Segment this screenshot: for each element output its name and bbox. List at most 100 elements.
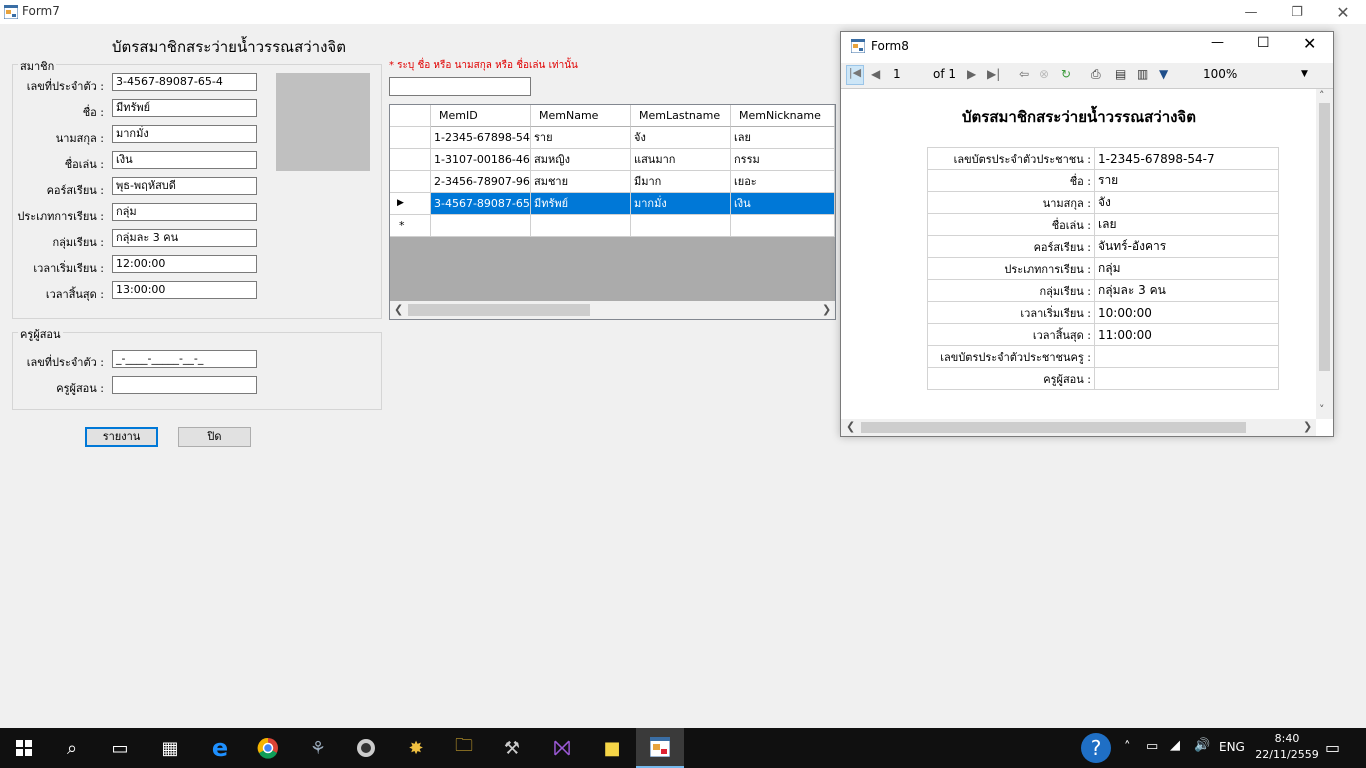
scroll-right-icon[interactable]: ❯ bbox=[1303, 420, 1312, 433]
table-cell[interactable]: จัง bbox=[631, 127, 731, 149]
study-group-input[interactable]: กลุ่มละ 3 คน bbox=[112, 229, 257, 247]
table-cell[interactable]: 2-3456-78907-96-8 bbox=[431, 171, 531, 193]
export-icon[interactable]: ▼ bbox=[1159, 67, 1168, 81]
current-row-indicator[interactable]: ▶ bbox=[390, 193, 431, 215]
grid-header-memnickname[interactable]: MemNickname bbox=[731, 105, 835, 127]
report-button[interactable]: รายงาน bbox=[85, 427, 158, 447]
table-cell[interactable]: ราย bbox=[531, 127, 631, 149]
new-row-indicator[interactable]: * bbox=[390, 215, 431, 237]
close-button[interactable]: ปิด bbox=[178, 427, 251, 447]
start-icon[interactable] bbox=[0, 728, 48, 768]
grid-row-header[interactable] bbox=[390, 171, 431, 193]
first-name-input[interactable]: มีทรัพย์ bbox=[112, 99, 257, 117]
table-cell[interactable]: สมชาย bbox=[531, 171, 631, 193]
scroll-left-icon[interactable]: ❮ bbox=[394, 303, 403, 316]
visual-studio-icon[interactable]: ⨝ bbox=[538, 728, 586, 768]
member-datagrid[interactable]: MemID MemName MemLastname MemNickname 1-… bbox=[389, 104, 836, 320]
member-id-input[interactable]: 3-4567-89087-65-4 bbox=[112, 73, 257, 91]
teacher-name-input[interactable] bbox=[112, 376, 257, 394]
previous-page-icon[interactable]: ◀ bbox=[871, 67, 880, 81]
grid-scroll-thumb[interactable] bbox=[408, 304, 590, 316]
table-row: คอร์สเรียน : จันทร์-อังคาร bbox=[927, 235, 1279, 258]
paint-icon[interactable]: ⚘ bbox=[294, 728, 342, 768]
zoom-select[interactable]: 100% bbox=[1203, 67, 1237, 81]
grid-header-memid[interactable]: MemID bbox=[431, 105, 531, 127]
scroll-up-icon[interactable]: ˄ bbox=[1319, 89, 1325, 102]
close-window-button[interactable]: ✕ bbox=[1320, 0, 1366, 24]
table-cell[interactable] bbox=[631, 215, 731, 237]
search-input[interactable] bbox=[389, 77, 531, 96]
chrome-icon[interactable] bbox=[244, 728, 292, 768]
file-explorer-icon[interactable]: 🗀 bbox=[440, 728, 488, 768]
scroll-down-icon[interactable]: ˅ bbox=[1319, 403, 1325, 416]
table-cell-selected[interactable]: มากมั่ง bbox=[631, 193, 731, 215]
report-vscroll-thumb[interactable] bbox=[1319, 103, 1330, 371]
stop-icon[interactable]: ⊗ bbox=[1039, 67, 1049, 81]
table-cell[interactable]: เยอะ bbox=[731, 171, 835, 193]
refresh-icon[interactable]: ↻ bbox=[1061, 67, 1071, 81]
minimize-button[interactable]: — bbox=[1211, 35, 1224, 50]
store-icon[interactable]: ▦ bbox=[146, 728, 194, 768]
table-cell[interactable] bbox=[531, 215, 631, 237]
report-hscroll-thumb[interactable] bbox=[861, 422, 1246, 433]
edge-icon[interactable]: e bbox=[196, 728, 244, 768]
camera-app-icon[interactable] bbox=[342, 728, 390, 768]
last-name-input[interactable]: มากมั่ง bbox=[112, 125, 257, 143]
maximize-button[interactable]: ☐ bbox=[1257, 35, 1270, 51]
table-cell[interactable]: แสนมาก bbox=[631, 149, 731, 171]
report-horizontal-scrollbar[interactable]: ❮ ❯ bbox=[841, 419, 1316, 436]
table-cell[interactable] bbox=[731, 215, 835, 237]
running-form-app-icon[interactable] bbox=[636, 728, 684, 768]
search-icon[interactable]: ⌕ bbox=[48, 728, 96, 768]
show-hidden-icons-icon[interactable]: ˄ bbox=[1124, 740, 1131, 755]
table-cell[interactable]: 1-3107-00186-46-3 bbox=[431, 149, 531, 171]
sticky-notes-icon[interactable]: ■ bbox=[588, 728, 636, 768]
photo-app-icon[interactable]: ✸ bbox=[392, 728, 440, 768]
volume-icon[interactable]: 🔊 bbox=[1194, 738, 1210, 753]
table-cell[interactable]: สมหญิง bbox=[531, 149, 631, 171]
battery-icon[interactable]: ▭ bbox=[1146, 739, 1158, 754]
network-icon[interactable]: ◢ bbox=[1170, 738, 1180, 753]
print-icon[interactable]: ⎙ bbox=[1091, 67, 1101, 82]
current-page-input[interactable]: 1 bbox=[893, 67, 901, 81]
grid-row-header[interactable] bbox=[390, 127, 431, 149]
first-page-icon[interactable]: |◀ bbox=[846, 65, 864, 85]
notifications-icon[interactable]: ▭ bbox=[1325, 738, 1340, 757]
clock-time[interactable]: 8:40 bbox=[1262, 732, 1312, 745]
clock-date[interactable]: 22/11/2559 bbox=[1252, 748, 1322, 761]
scroll-left-icon[interactable]: ❮ bbox=[846, 420, 855, 433]
grid-horizontal-scrollbar[interactable]: ❮ ❯ bbox=[390, 301, 835, 319]
language-indicator[interactable]: ENG bbox=[1219, 740, 1245, 754]
back-icon[interactable]: ⇦ bbox=[1019, 67, 1029, 81]
help-icon[interactable]: ? bbox=[1072, 728, 1120, 768]
scroll-right-icon[interactable]: ❯ bbox=[822, 303, 831, 316]
table-cell[interactable]: 1-2345-67898-54-7 bbox=[431, 127, 531, 149]
nickname-input[interactable]: เงิน bbox=[112, 151, 257, 169]
print-layout-icon[interactable]: ▤ bbox=[1115, 67, 1126, 81]
tools-icon[interactable]: ⚒ bbox=[488, 728, 536, 768]
task-view-icon[interactable]: ▭ bbox=[96, 728, 144, 768]
report-vertical-scrollbar[interactable]: ˄ ˅ bbox=[1316, 89, 1333, 419]
grid-header-memname[interactable]: MemName bbox=[531, 105, 631, 127]
table-cell-selected[interactable]: มีทรัพย์ bbox=[531, 193, 631, 215]
course-input[interactable]: พุธ-พฤหัสบดี bbox=[112, 177, 257, 195]
table-cell-selected[interactable]: 3-4567-89087-65-4 bbox=[431, 193, 531, 215]
next-page-icon[interactable]: ▶ bbox=[967, 67, 976, 81]
table-cell[interactable]: เลย bbox=[731, 127, 835, 149]
study-type-input[interactable]: กลุ่ม bbox=[112, 203, 257, 221]
table-cell[interactable]: กรรม bbox=[731, 149, 835, 171]
start-time-input[interactable]: 12:00:00 bbox=[112, 255, 257, 273]
close-window-button[interactable]: ✕ bbox=[1303, 34, 1316, 53]
grid-row-header[interactable] bbox=[390, 149, 431, 171]
teacher-id-input[interactable]: _-____-_____-__-_ bbox=[112, 350, 257, 368]
page-setup-icon[interactable]: ▥ bbox=[1137, 67, 1148, 81]
table-cell-selected[interactable]: เงิน bbox=[731, 193, 835, 215]
zoom-dropdown-icon[interactable]: ▼ bbox=[1301, 69, 1308, 79]
grid-header-memlastname[interactable]: MemLastname bbox=[631, 105, 731, 127]
end-time-input[interactable]: 13:00:00 bbox=[112, 281, 257, 299]
table-cell[interactable]: มีมาก bbox=[631, 171, 731, 193]
last-page-icon[interactable]: ▶| bbox=[987, 67, 1000, 81]
restore-button[interactable]: ❐ bbox=[1274, 0, 1320, 24]
table-cell[interactable] bbox=[431, 215, 531, 237]
minimize-button[interactable]: — bbox=[1228, 0, 1274, 24]
